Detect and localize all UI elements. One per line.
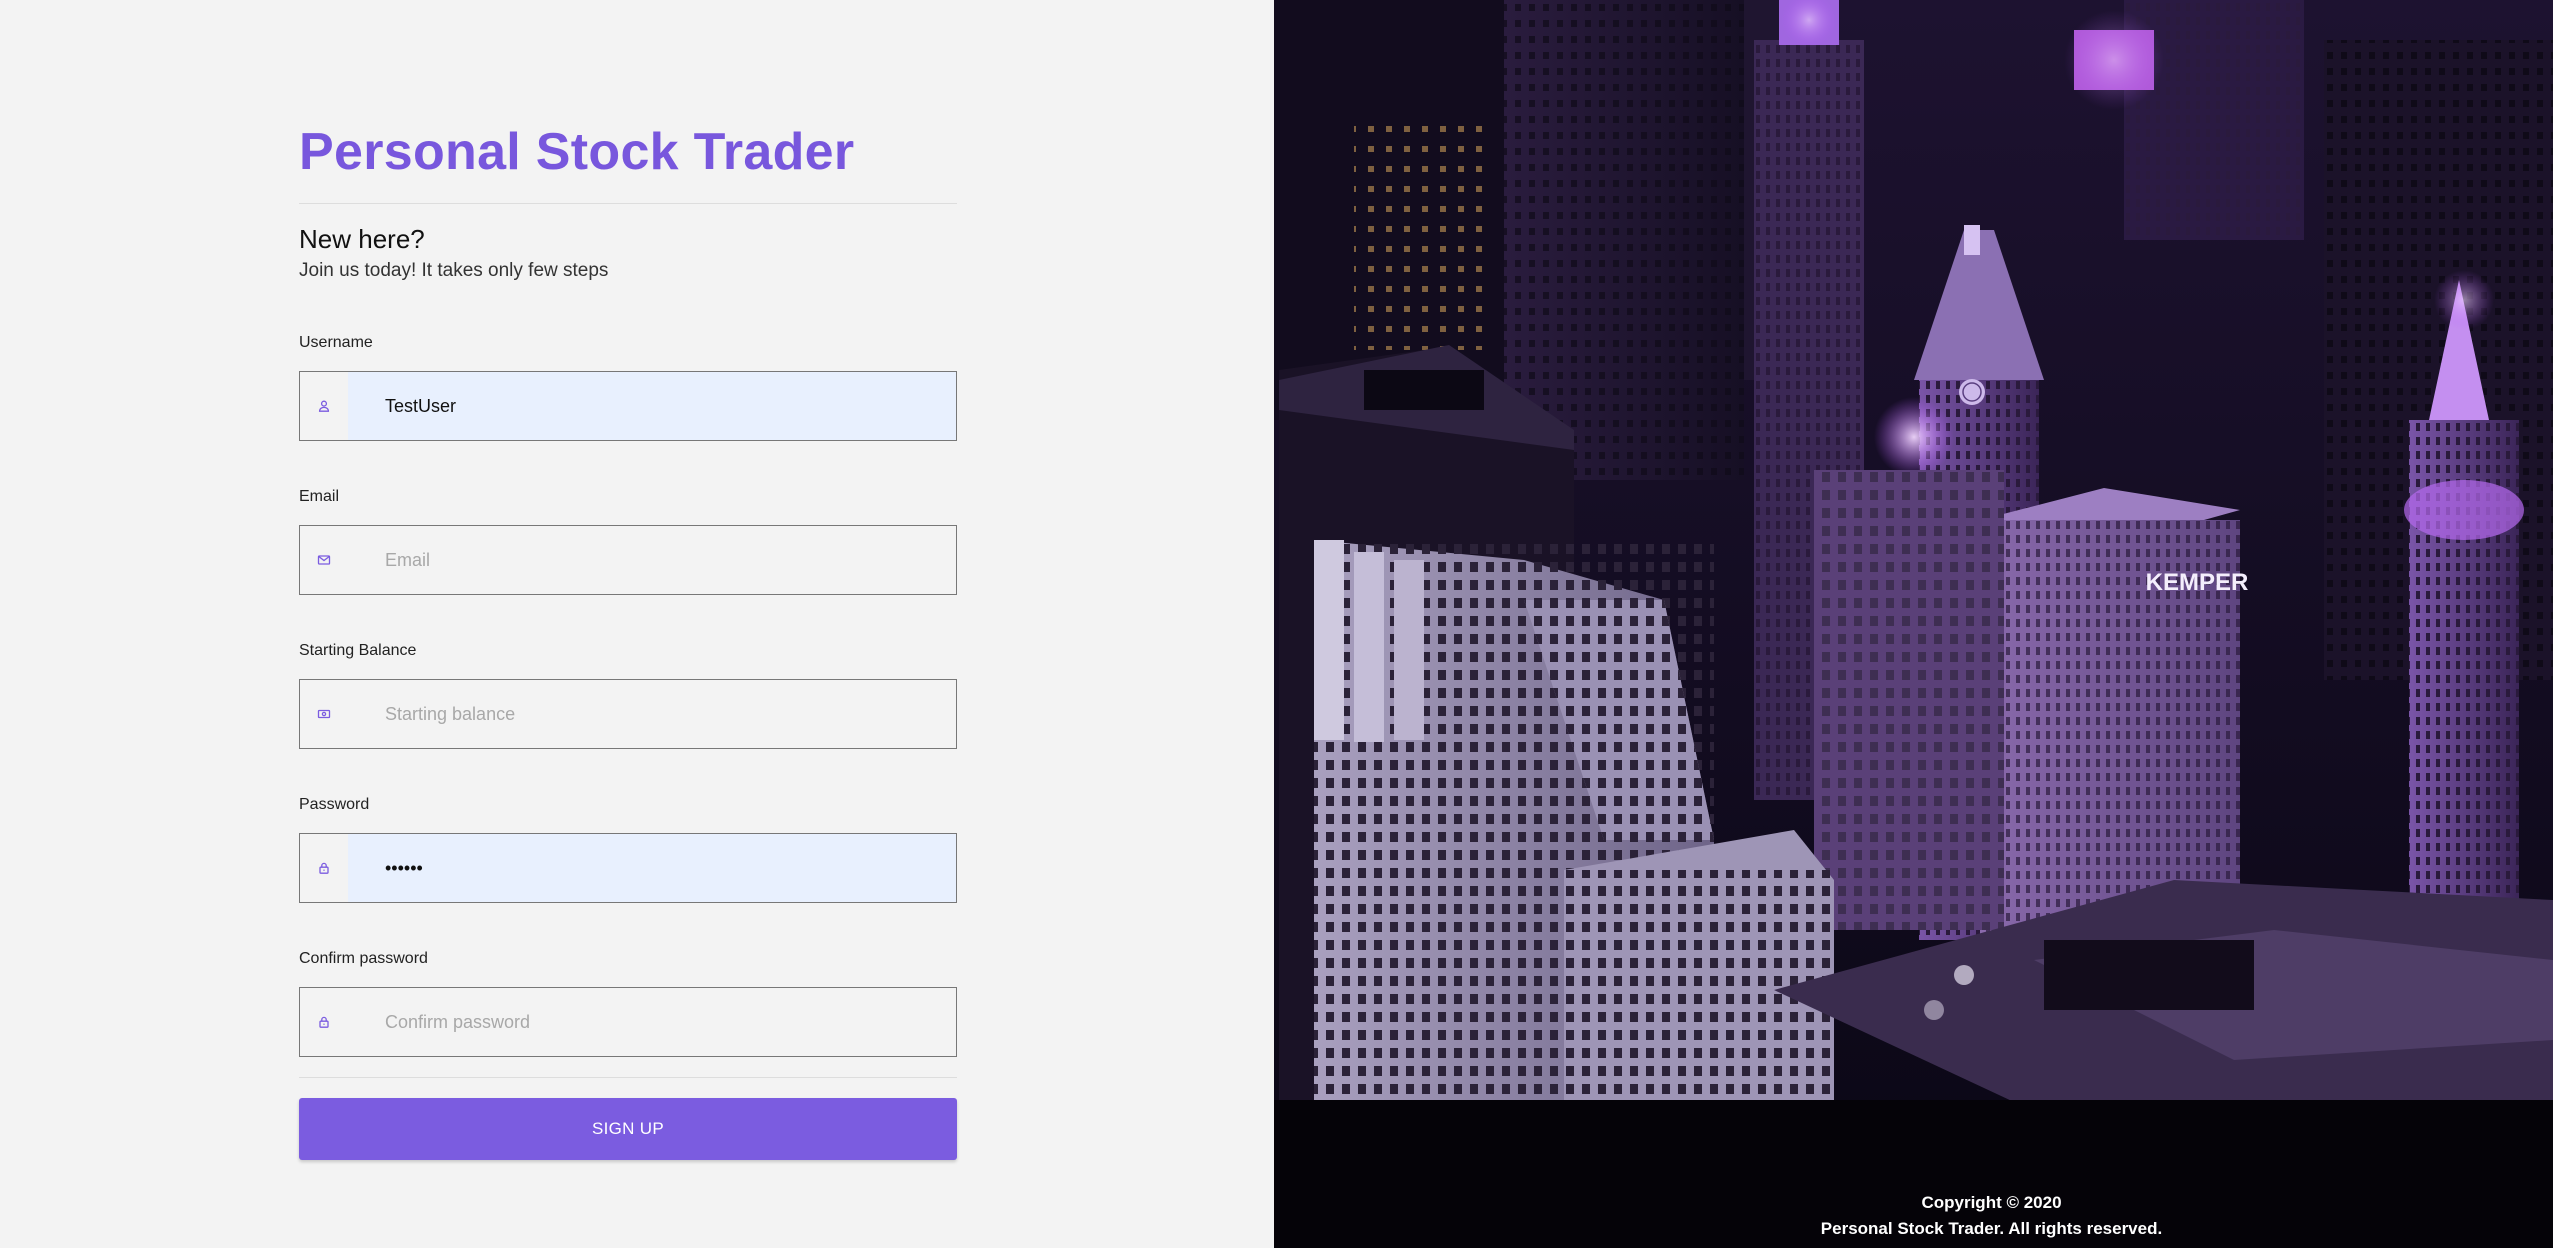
username-field-group: Username <box>299 333 957 441</box>
confirm-password-label: Confirm password <box>299 950 428 967</box>
balance-field-group: Starting Balance <box>299 641 957 749</box>
email-label: Email <box>299 488 340 505</box>
hero-image-panel: KEMPER Copyright © 2020 Personal Stock T… <box>1274 0 2553 1248</box>
rights-line: Personal Stock Trader. All rights reserv… <box>1820 1219 2163 1238</box>
app-title: Personal Stock Trader <box>299 123 855 181</box>
form-divider <box>299 1077 957 1078</box>
username-input[interactable] <box>348 372 956 440</box>
lock-icon <box>300 834 348 902</box>
balance-input-wrapper[interactable] <box>299 679 957 749</box>
copyright-line: Copyright © 2020 <box>1921 1193 2062 1212</box>
confirm-password-input[interactable] <box>348 988 956 1056</box>
confirm-password-field-group: Confirm password <box>299 949 957 1057</box>
signup-form: Personal Stock Trader New here? Join us … <box>299 118 957 1160</box>
money-icon <box>300 680 348 748</box>
signup-page: Personal Stock Trader New here? Join us … <box>0 0 2553 1248</box>
city-skyline-image: KEMPER <box>1274 0 2553 1248</box>
intro-heading: New here? <box>299 224 425 254</box>
balance-label: Starting Balance <box>299 642 417 659</box>
form-panel: Personal Stock Trader New here? Join us … <box>0 0 1274 1248</box>
password-input[interactable] <box>348 834 956 902</box>
confirm-password-input-wrapper[interactable] <box>299 987 957 1057</box>
user-icon <box>300 372 348 440</box>
password-field-group: Password <box>299 795 957 903</box>
password-input-wrapper[interactable] <box>299 833 957 903</box>
copyright-notice: Copyright © 2020 Personal Stock Trader. … <box>1274 1190 2553 1242</box>
email-field-group: Email <box>299 487 957 595</box>
sign-up-button[interactable]: SIGN UP <box>299 1098 957 1160</box>
password-label: Password <box>299 796 370 813</box>
intro-subheading: Join us today! It takes only few steps <box>299 260 609 281</box>
lock-icon <box>300 988 348 1056</box>
balance-input[interactable] <box>348 680 956 748</box>
title-divider <box>299 203 957 204</box>
email-input[interactable] <box>348 526 956 594</box>
kemper-sign-text: KEMPER <box>2146 569 2249 596</box>
username-label: Username <box>299 334 373 351</box>
envelope-icon <box>300 526 348 594</box>
email-input-wrapper[interactable] <box>299 525 957 595</box>
username-input-wrapper[interactable] <box>299 371 957 441</box>
